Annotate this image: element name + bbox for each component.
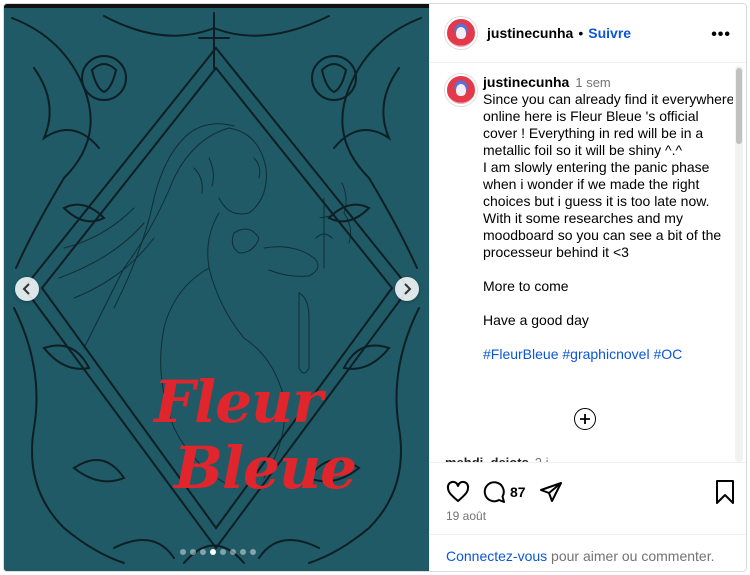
action-row: 87	[445, 479, 564, 505]
post-sidebar: justinecunha • Suivre ••• justinecunha 1 …	[429, 4, 746, 571]
chevron-left-icon	[22, 283, 30, 295]
comments-scrollbar[interactable]	[735, 66, 743, 462]
carousel-indicator	[180, 549, 256, 555]
post-header: justinecunha • Suivre •••	[430, 4, 746, 63]
share-button[interactable]	[538, 479, 564, 505]
author-avatar[interactable]	[445, 17, 477, 49]
post-actions: 87 19 août Connectez-vous pour aimer ou …	[430, 462, 746, 571]
carousel-dot-active	[210, 549, 216, 555]
author-username[interactable]: justinecunha	[487, 25, 573, 41]
carousel-dot	[240, 549, 246, 555]
caption-username[interactable]: justinecunha	[483, 74, 569, 90]
cover-title: Fleur Bleue	[154, 368, 357, 502]
carousel-dot	[230, 549, 236, 555]
caption-paragraph-2: I am slowly entering the panic phase whe…	[483, 159, 726, 260]
chevron-right-icon	[404, 283, 412, 295]
follow-button[interactable]: Suivre	[588, 25, 631, 41]
caption-avatar[interactable]	[445, 74, 477, 106]
caption-paragraph-1: Since you can already find it everywhere…	[483, 91, 733, 158]
caption-body: justinecunha 1 sem Since you can already …	[483, 74, 733, 363]
post-dialog: Fleur Bleue justinecunha • Suivre ••• ju…	[3, 3, 747, 572]
heart-icon	[446, 480, 470, 502]
scrollbar-thumb[interactable]	[736, 68, 742, 144]
carousel-dot	[220, 549, 226, 555]
plus-circle-icon	[580, 414, 590, 424]
cover-title-line-1: Fleur	[154, 368, 323, 436]
media-carousel[interactable]: Fleur Bleue	[4, 4, 429, 571]
next-slide-button[interactable]	[395, 277, 419, 301]
carousel-dot	[180, 549, 186, 555]
comment-button[interactable]	[481, 479, 507, 505]
caption-paragraph-6: Have a good day	[483, 312, 589, 328]
login-prompt-text: pour aimer ou commenter.	[547, 548, 715, 564]
caption-paragraph-5	[483, 295, 733, 312]
send-icon	[539, 482, 562, 502]
bookmark-icon[interactable]	[713, 479, 737, 505]
comments-section[interactable]: justinecunha 1 sem Since you can already …	[430, 64, 733, 464]
carousel-dot	[200, 549, 206, 555]
caption-paragraph-7	[483, 329, 733, 346]
like-button[interactable]	[445, 479, 471, 505]
load-more-comments-button[interactable]	[574, 408, 596, 430]
header-separator: •	[578, 25, 584, 41]
caption-hashtags[interactable]: #FleurBleue #graphicnovel #OC	[483, 346, 733, 363]
caption-paragraph-3	[483, 261, 733, 278]
cover-title-line-2: Bleue	[174, 434, 357, 502]
more-options-button[interactable]: •••	[711, 26, 731, 44]
comment-icon	[483, 481, 505, 503]
comment-count: 87	[510, 484, 526, 500]
caption-time: 1 sem	[575, 75, 611, 90]
caption-paragraph-4: More to come	[483, 278, 569, 294]
login-link[interactable]: Connectez-vous	[446, 548, 547, 564]
caption-text: Since you can already find it everywhere…	[483, 91, 733, 363]
post-image: Fleur Bleue	[4, 8, 429, 571]
carousel-dot	[190, 549, 196, 555]
carousel-dot	[250, 549, 256, 555]
previous-slide-button[interactable]	[15, 277, 39, 301]
login-prompt: Connectez-vous pour aimer ou commenter.	[430, 534, 746, 564]
post-date: 19 août	[446, 509, 487, 523]
caption: justinecunha 1 sem Since you can already …	[445, 74, 733, 363]
